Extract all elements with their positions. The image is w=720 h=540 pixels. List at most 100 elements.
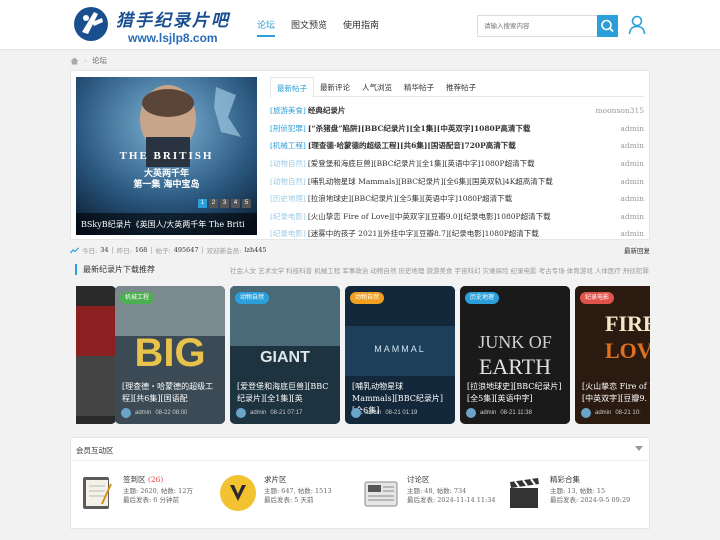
board-last-post: 最后发表: 6 分钟前 bbox=[123, 496, 179, 504]
stats-new-member[interactable]: lzh445 bbox=[244, 246, 266, 254]
tab-latest-posts[interactable]: 最新帖子 bbox=[270, 77, 314, 98]
post-title[interactable]: [哺乳动物星球 Mammals][BBC纪录片][全6集][国英双轨]4K超高清… bbox=[308, 176, 584, 187]
avatar[interactable] bbox=[236, 408, 246, 418]
post-category[interactable]: [机械工程] bbox=[270, 140, 306, 151]
card-author[interactable]: admin bbox=[480, 410, 496, 416]
user-icon[interactable] bbox=[628, 15, 646, 35]
post-author[interactable]: admin bbox=[584, 212, 644, 221]
video-card[interactable]: MAMMAL 动物自然 [哺乳动物星球 Mammals][BBC纪录片][全6集… bbox=[345, 286, 455, 424]
search-button[interactable] bbox=[597, 15, 618, 37]
post-author[interactable]: admin bbox=[584, 229, 644, 238]
post-row[interactable]: [旅游美食] 经典纪录片 moonson315 bbox=[270, 102, 644, 120]
home-icon[interactable] bbox=[70, 57, 79, 65]
card-category-badge[interactable]: 纪录电影 bbox=[580, 292, 615, 304]
recommend-categories[interactable]: 社会人文 艺术文学 科技科普 机械工程 军事政治 动物自然 历史地理 旅游美食 … bbox=[230, 265, 650, 275]
banner-page-5[interactable]: 5 bbox=[242, 199, 251, 208]
post-author[interactable]: admin bbox=[584, 159, 644, 168]
video-card[interactable]: JUNK OF EARTH 历史地理 [拉浪地球史][BBC纪录片][全5集][… bbox=[460, 286, 570, 424]
post-row[interactable]: [动物自然] [哺乳动物星球 Mammals][BBC纪录片][全6集][国英双… bbox=[270, 172, 644, 190]
avatar[interactable] bbox=[351, 408, 361, 418]
post-row[interactable]: [动物自然] [爱登堡和海底巨兽][BBC纪录片][全1集][英语中字]1080… bbox=[270, 155, 644, 173]
post-author[interactable]: admin bbox=[584, 124, 644, 133]
avatar[interactable] bbox=[121, 408, 131, 418]
post-row[interactable]: [历史地理] [拉浪地球史][BBC纪录片][全5集][英语中字]1080P超清… bbox=[270, 190, 644, 208]
card-title[interactable]: [火山挚恋 Fire of Love][中英双字][豆瓣9. bbox=[582, 381, 650, 405]
post-title[interactable]: [拉浪地球史][BBC纪录片][全5集][英语中字]1080P超清下载 bbox=[308, 193, 584, 204]
nav-forum[interactable]: 论坛 bbox=[257, 18, 276, 37]
featured-section: THE BRITISH 大英两千年 第一集 海中宝岛 1 2 3 4 5 BSk… bbox=[70, 70, 650, 240]
post-row[interactable]: [机械工程] [理查德·哈蒙德的超级工程][共6集][国语配音]720P高清下载… bbox=[270, 137, 644, 155]
post-author[interactable]: moonson315 bbox=[584, 106, 644, 115]
banner-title-cn-line1: 大英两千年 bbox=[143, 169, 189, 179]
video-card[interactable]: FIRE OF LOVE 纪录电影 [火山挚恋 Fire of Love][中英… bbox=[575, 286, 650, 424]
post-title[interactable]: [理查德·哈蒙德的超级工程][共6集][国语配音]720P高清下载 bbox=[308, 140, 584, 151]
posts-panel: 最新帖子 最新评论 人气浏览 精华帖子 推荐帖子 [旅游美食] 经典纪录片 mo… bbox=[270, 77, 644, 238]
card-category-badge[interactable]: 动物自然 bbox=[235, 292, 270, 304]
post-category[interactable]: [纪录电影] bbox=[270, 228, 306, 239]
post-title[interactable]: [迷雾中的孩子 2021][外挂中字][豆瓣8.7][纪录电影]1080P超清下… bbox=[308, 228, 584, 239]
post-row[interactable]: [纪录电影] [迷雾中的孩子 2021][外挂中字][豆瓣8.7][纪录电影]1… bbox=[270, 225, 644, 243]
post-author[interactable]: admin bbox=[584, 194, 644, 203]
post-tabs: 最新帖子 最新评论 人气浏览 精华帖子 推荐帖子 bbox=[270, 77, 644, 98]
stats-today-label: 今日: bbox=[82, 247, 98, 255]
post-category[interactable]: [动物自然] bbox=[270, 176, 306, 187]
breadcrumb-current[interactable]: 论坛 bbox=[92, 55, 107, 66]
video-card-partial[interactable] bbox=[76, 286, 116, 424]
post-row[interactable]: [纪录电影] [火山挚恋 Fire of Love][中英双字][豆瓣9.0][… bbox=[270, 208, 644, 226]
post-category[interactable]: [历史地理] bbox=[270, 193, 306, 204]
card-category-badge[interactable]: 历史地理 bbox=[465, 292, 500, 304]
collapse-icon[interactable] bbox=[635, 446, 643, 451]
post-row[interactable]: [刑侦犯罪] [“杀猪盘”陷阱][BBC纪录片][全1集][中英双字]1080P… bbox=[270, 120, 644, 138]
post-title[interactable]: [火山挚恋 Fire of Love][中英双字][豆瓣9.0][纪录电影]10… bbox=[308, 211, 584, 222]
post-category[interactable]: [刑侦犯罪] bbox=[270, 123, 306, 134]
stats-divider: | bbox=[201, 246, 204, 254]
banner-caption[interactable]: BSkyB纪录片《英国人/大英两千年 The Briti bbox=[76, 213, 257, 235]
latest-reply-link[interactable]: 最新回复 bbox=[624, 245, 650, 255]
card-author[interactable]: admin bbox=[135, 410, 151, 416]
board-name[interactable]: 精彩合集 bbox=[550, 474, 580, 485]
card-author[interactable]: admin bbox=[365, 410, 381, 416]
banner-page-4[interactable]: 4 bbox=[231, 199, 240, 208]
avatar[interactable] bbox=[581, 408, 591, 418]
banner-page-2[interactable]: 2 bbox=[209, 199, 218, 208]
post-title[interactable]: [“杀猪盘”陷阱][BBC纪录片][全1集][中英双字]1080P高清下载 bbox=[308, 123, 584, 134]
board-name[interactable]: 签到区 (26) bbox=[123, 474, 163, 485]
nav-guide[interactable]: 使用指南 bbox=[343, 18, 379, 37]
post-category[interactable]: [动物自然] bbox=[270, 158, 306, 169]
post-author[interactable]: admin bbox=[584, 177, 644, 186]
card-meta: admin 08-22 08:00 bbox=[121, 408, 187, 418]
banner-page-3[interactable]: 3 bbox=[220, 199, 229, 208]
tab-essence[interactable]: 精华帖子 bbox=[398, 77, 440, 96]
card-date: 08-21 07:17 bbox=[270, 410, 303, 416]
post-title[interactable]: 经典纪录片 bbox=[308, 105, 584, 116]
card-title[interactable]: [理查德・哈蒙德的超级工程][共6集][国语配 bbox=[122, 381, 218, 405]
site-logo[interactable]: 猎手纪录片吧 www.lsjlp8.com bbox=[72, 4, 242, 46]
post-title[interactable]: [爱登堡和海底巨兽][BBC纪录片][全1集][英语中字]1080P超清下载 bbox=[308, 158, 584, 169]
search-input[interactable] bbox=[478, 16, 598, 36]
card-category-badge[interactable]: 机械工程 bbox=[120, 292, 155, 304]
notebook-icon bbox=[83, 477, 112, 509]
banner-page-1[interactable]: 1 bbox=[198, 199, 207, 208]
video-card[interactable]: GIANT 动物自然 [爱登堡和海底巨兽][BBC纪录片][全1集][英 adm… bbox=[230, 286, 340, 424]
banner-title-en: THE BRITISH bbox=[119, 150, 214, 162]
tab-latest-comments[interactable]: 最新评论 bbox=[314, 77, 356, 96]
banner-slider[interactable]: THE BRITISH 大英两千年 第一集 海中宝岛 1 2 3 4 5 BSk… bbox=[76, 77, 257, 235]
tab-popular[interactable]: 人气浏览 bbox=[356, 77, 398, 96]
card-title[interactable]: [爱登堡和海底巨兽][BBC纪录片][全1集][英 bbox=[237, 381, 333, 405]
board-name[interactable]: 讨论区 bbox=[407, 474, 430, 485]
nav-preview[interactable]: 图文预览 bbox=[291, 18, 327, 37]
card-image bbox=[76, 286, 116, 424]
board-name[interactable]: 求片区 bbox=[264, 474, 287, 485]
video-card[interactable]: BIG 机械工程 [理查德・哈蒙德的超级工程][共6集][国语配 admin 0… bbox=[115, 286, 225, 424]
post-category[interactable]: [纪录电影] bbox=[270, 211, 306, 222]
card-author[interactable]: admin bbox=[595, 410, 611, 416]
card-title[interactable]: [拉浪地球史][BBC纪录片][全5集][英语中字] bbox=[467, 381, 563, 405]
avatar[interactable] bbox=[466, 408, 476, 418]
post-category[interactable]: [旅游美食] bbox=[270, 105, 306, 116]
post-author[interactable]: admin bbox=[584, 141, 644, 150]
card-category-badge[interactable]: 动物自然 bbox=[350, 292, 385, 304]
card-author[interactable]: admin bbox=[250, 410, 266, 416]
board-name-text[interactable]: 签到区 bbox=[123, 475, 146, 484]
card-date: 08-21 10: bbox=[615, 410, 641, 416]
tab-recommended[interactable]: 推荐帖子 bbox=[440, 77, 482, 96]
